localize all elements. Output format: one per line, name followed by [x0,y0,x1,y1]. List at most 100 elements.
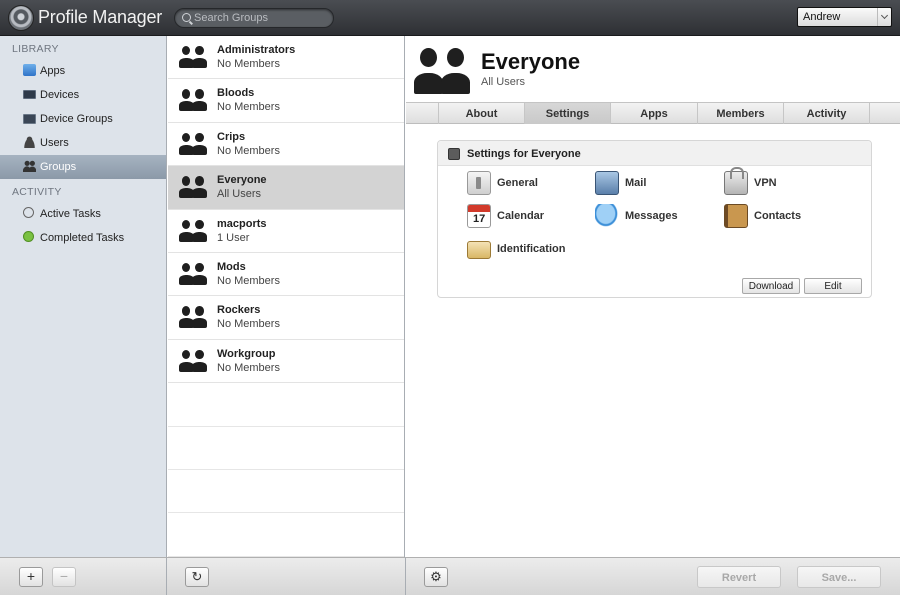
person-body-shape [440,73,470,94]
group-row-workgroup[interactable]: Workgroup No Members [168,340,404,384]
person-head-shape [195,306,204,316]
group-icon [179,349,207,372]
group-icon [179,89,207,112]
person-body-shape [179,144,194,155]
group-icon [179,46,207,68]
payload-label: Identification [497,243,566,255]
payload-calendar[interactable]: 17 Calendar [467,204,577,230]
page-subtitle: All Users [481,76,526,88]
sidebar-item-active-tasks[interactable]: Active Tasks [0,202,166,226]
chevron-down-icon[interactable] [877,8,891,26]
group-avatar-icon [414,48,470,94]
group-row-rockers[interactable]: Rockers No Members [168,296,404,340]
group-row-everyone[interactable]: Everyone All Users [168,166,404,210]
group-icon [179,306,207,329]
calendar-icon-date: 17 [473,213,486,225]
group-name: Workgroup [217,347,276,360]
person-body-shape [179,58,194,68]
payload-general[interactable]: General [467,171,577,197]
tab-activity[interactable]: Activity [783,103,870,124]
sidebar: LIBRARY Apps Devices Device Groups Users… [0,36,167,557]
person-head-shape [182,176,191,186]
messages-icon [595,204,619,228]
tab-about[interactable]: About [438,103,524,124]
group-row-crips[interactable]: Crips No Members [168,123,404,167]
detail-header: Everyone All Users [406,36,900,102]
person-head-shape [182,219,191,230]
payload-contacts[interactable]: Contacts [724,204,834,230]
group-row-administrators[interactable]: Administrators No Members [168,36,404,80]
profile-manager-logo-icon [8,5,34,31]
group-row-macports[interactable]: macports 1 User [168,210,404,253]
vpn-icon [724,167,748,195]
group-list: Administrators No Members Bloods No Memb… [168,36,405,557]
gear-button[interactable]: ⚙ [424,567,448,587]
sidebar-item-label: Completed Tasks [40,232,125,244]
group-row-bloods[interactable]: Bloods No Members [168,79,404,123]
contacts-icon [724,204,748,228]
payload-label: VPN [754,177,777,189]
person-head-shape [195,219,204,230]
person-head-shape [182,132,191,143]
edit-button[interactable]: Edit [804,278,862,294]
group-name: Rockers [217,304,261,317]
person-head-shape [182,349,191,360]
identification-icon [467,241,491,259]
person-body-shape [414,73,444,94]
download-button[interactable]: Download [742,278,800,294]
tab-members[interactable]: Members [697,103,783,124]
sidebar-item-devices[interactable]: Devices [0,83,166,107]
devices-icon [23,90,36,99]
payload-label: Contacts [754,210,802,222]
person-head-shape [195,46,204,56]
group-name: Mods [217,260,246,273]
empty-list-row [168,427,404,470]
group-members: No Members [217,274,280,287]
save-button[interactable]: Save... [797,566,881,588]
settings-panel-title: Settings for Everyone [467,148,581,160]
payload-label: Calendar [497,210,545,222]
person-head-shape [182,89,191,99]
payload-identification[interactable]: Identification [467,237,597,263]
sidebar-item-groups[interactable]: Groups [0,155,166,179]
refresh-button[interactable]: ↻ [185,567,209,587]
groups-icon [23,160,36,172]
sidebar-item-apps[interactable]: Apps [0,59,166,83]
payload-label: Mail [625,177,647,189]
payload-label: General [497,177,538,189]
person-body-shape [192,361,207,372]
sidebar-item-users[interactable]: Users [0,131,166,155]
person-body-shape [192,275,207,285]
empty-list-row [168,470,404,514]
person-body-shape [192,188,207,199]
person-head-shape [195,349,204,360]
payload-messages[interactable]: Messages [595,204,705,230]
calendar-icon: 17 [467,204,491,228]
add-button[interactable]: + [19,567,43,587]
sidebar-item-completed-tasks[interactable]: Completed Tasks [0,226,166,250]
tab-settings[interactable]: Settings [524,103,610,124]
users-icon [23,136,36,148]
sidebar-footer: + − [0,557,167,595]
person-body-shape [179,318,194,329]
sidebar-item-device-groups[interactable]: Device Groups [0,107,166,131]
person-body-shape [179,231,194,242]
search-input[interactable] [194,10,329,26]
person-body-shape [179,188,194,199]
person-body-shape [192,101,207,112]
user-menu[interactable]: Andrew [797,7,892,27]
group-members: 1 User [217,231,250,244]
person-body-shape [179,361,194,372]
mail-icon [595,171,619,195]
tab-apps[interactable]: Apps [610,103,697,124]
group-row-mods[interactable]: Mods No Members [168,253,404,297]
remove-button[interactable]: − [52,567,76,587]
sidebar-item-label: Devices [40,89,80,101]
payload-mail[interactable]: Mail [595,171,705,197]
person-body-shape [179,275,194,285]
group-name: macports [217,217,267,230]
search-field[interactable] [174,8,334,28]
revert-button[interactable]: Revert [697,566,781,588]
settings-profile-icon [448,148,460,160]
payload-vpn[interactable]: VPN [724,167,834,197]
